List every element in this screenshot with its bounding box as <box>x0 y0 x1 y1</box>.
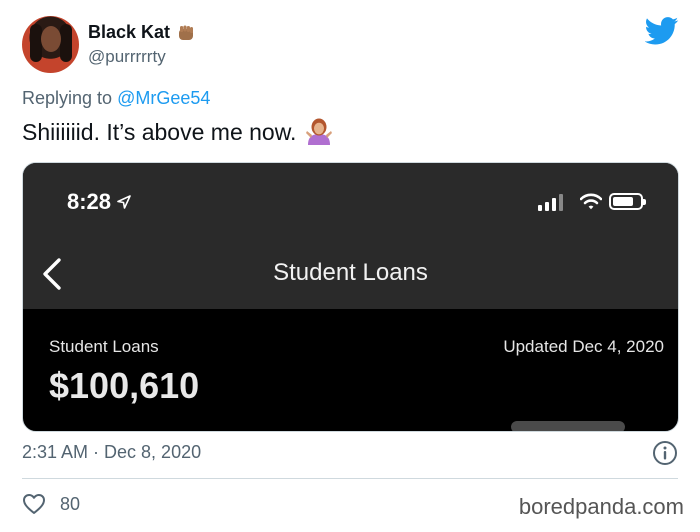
info-icon[interactable] <box>652 440 678 466</box>
location-arrow-icon <box>117 195 131 209</box>
screen-title: Student Loans <box>273 259 428 286</box>
like-count[interactable]: 80 <box>60 494 80 515</box>
status-time: 8:28 <box>67 189 131 215</box>
tweet-text-row: Shiiiiiid. It’s above me now. <box>22 118 333 146</box>
wifi-icon <box>580 193 602 210</box>
loan-amount: $100,610 <box>49 365 200 406</box>
avatar[interactable] <box>22 16 79 73</box>
home-indicator <box>511 421 625 431</box>
updated-date: Updated Dec 4, 2020 <box>503 337 664 356</box>
status-time-text: 8:28 <box>67 189 112 214</box>
heart-icon[interactable] <box>22 493 46 515</box>
author-name[interactable]: Black Kat <box>88 22 170 43</box>
phone-header: 8:28 Student Loans <box>23 163 678 309</box>
reply-mention-link[interactable]: @MrGee54 <box>117 88 210 108</box>
tweet-timestamp[interactable]: 2:31 AM · Dec 8, 2020 <box>22 442 201 463</box>
replying-prefix: Replying to <box>22 88 113 108</box>
account-label: Student Loans <box>49 337 159 356</box>
shrug-emoji-icon <box>306 118 333 145</box>
fist-emoji-icon <box>179 25 194 40</box>
author-name-row: Black Kat <box>88 22 196 43</box>
tweet-text: Shiiiiiid. It’s above me now. <box>22 118 297 145</box>
replying-to: Replying to @MrGee54 <box>22 88 210 109</box>
signal-icon <box>538 193 563 211</box>
attached-image[interactable]: 8:28 Student Loans Student Loans Updated… <box>22 162 679 432</box>
watermark: boredpanda.com <box>518 494 684 519</box>
twitter-bird-icon[interactable] <box>645 17 679 45</box>
battery-icon <box>609 193 646 210</box>
divider <box>22 478 678 479</box>
like-row: 80 <box>22 493 80 515</box>
author-handle[interactable]: @purrrrrty <box>88 47 166 67</box>
